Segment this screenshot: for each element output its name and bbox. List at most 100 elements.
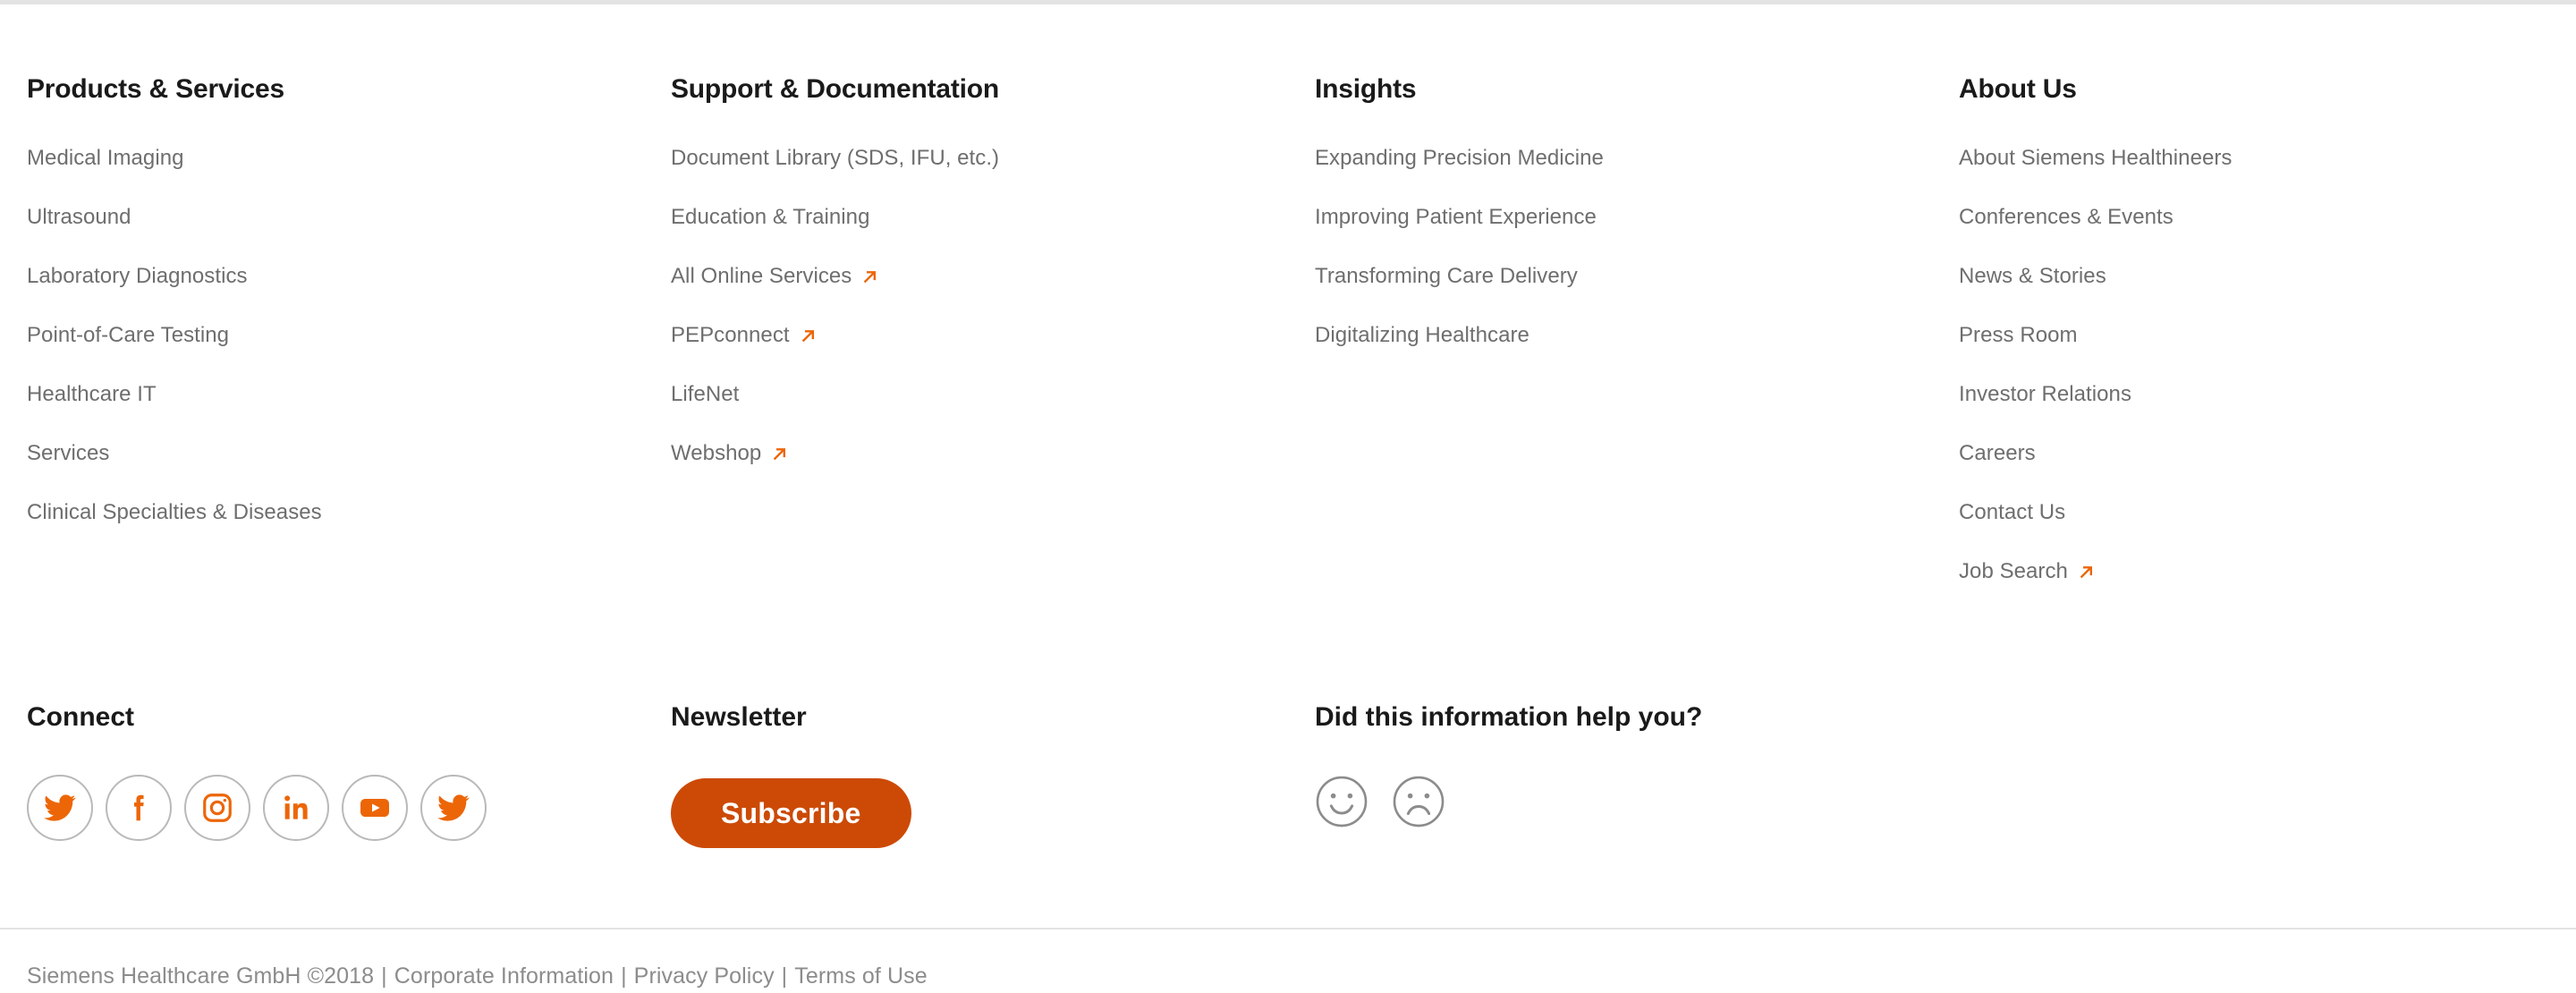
- column-title: Insights: [1315, 74, 1417, 104]
- list-item: Expanding Precision Medicine: [1315, 146, 1932, 208]
- newsletter-block: Newsletter Subscribe: [644, 702, 1288, 848]
- footer-link-label: Investor Relations: [1959, 382, 2131, 406]
- footer-bottom-spacer: [1932, 702, 2576, 848]
- social-link-youtube[interactable]: [342, 775, 408, 841]
- legal-link-privacy-policy[interactable]: Privacy Policy: [634, 963, 775, 989]
- social-link-facebook[interactable]: [106, 775, 172, 841]
- connect-block: Connect: [0, 702, 644, 848]
- linkedin-icon: [279, 791, 313, 825]
- list-item: Press Room: [1959, 323, 2576, 386]
- list-item: Conferences & Events: [1959, 207, 2576, 267]
- social-link-twitter[interactable]: [27, 775, 93, 841]
- footer-link-label: Expanding Precision Medicine: [1315, 146, 1604, 170]
- footer-link-label: Medical Imaging: [27, 146, 184, 170]
- footer-link-label: Healthcare IT: [27, 382, 157, 406]
- footer-link-label: Transforming Care Delivery: [1315, 264, 1578, 288]
- footer-link[interactable]: Careers: [1959, 443, 2036, 464]
- footer-link[interactable]: Improving Patient Experience: [1315, 205, 1597, 229]
- legal-separator: |: [781, 963, 788, 989]
- connect-title: Connect: [27, 702, 134, 732]
- footer-link[interactable]: All Online Services: [671, 264, 879, 288]
- footer-link-label: Job Search: [1959, 559, 2068, 583]
- legal-bar: Siemens Healthcare GmbH ©2018 | Corporat…: [27, 963, 928, 989]
- feedback-negative-button[interactable]: [1392, 775, 1445, 828]
- list-item: Medical Imaging: [27, 146, 644, 208]
- footer-link[interactable]: Clinical Specialties & Diseases: [27, 502, 322, 523]
- social-link-twitter-2[interactable]: [420, 775, 487, 841]
- footer-link[interactable]: Services: [27, 441, 110, 465]
- list-item: Digitalizing Healthcare: [1315, 325, 1932, 386]
- copyright-text: Siemens Healthcare GmbH ©2018: [27, 963, 375, 989]
- footer-bottom-blocks: Connect Newsletter Subscribe Did this in…: [0, 702, 2576, 848]
- facebook-icon: [122, 791, 156, 825]
- footer-link[interactable]: Ultrasound: [27, 205, 131, 229]
- social-link-linkedin[interactable]: [263, 775, 329, 841]
- column-link-list: Expanding Precision Medicine Improving P…: [1315, 146, 1932, 386]
- footer-link[interactable]: Press Room: [1959, 323, 2078, 347]
- footer-link[interactable]: Medical Imaging: [27, 146, 184, 170]
- list-item: Contact Us: [1959, 502, 2576, 563]
- footer-link[interactable]: Point-of-Care Testing: [27, 323, 230, 347]
- footer-link[interactable]: About Siemens Healthineers: [1959, 148, 2232, 169]
- footer-link-label: All Online Services: [671, 264, 852, 288]
- footer-link[interactable]: Job Search: [1959, 559, 2096, 583]
- footer-link-label: Services: [27, 441, 110, 465]
- twitter-icon: [43, 791, 77, 825]
- footer-link-label: Education & Training: [671, 205, 870, 229]
- list-item: PEPconnect: [671, 323, 1288, 386]
- list-item: Education & Training: [671, 205, 1288, 267]
- feedback-positive-button[interactable]: [1315, 775, 1368, 828]
- column-title: About Us: [1959, 74, 2077, 104]
- list-item: Services: [27, 441, 644, 504]
- footer-link-columns: Products & Services Medical Imaging Ultr…: [0, 74, 2576, 622]
- footer-link[interactable]: Education & Training: [671, 205, 870, 229]
- footer-link[interactable]: Webshop: [671, 441, 789, 465]
- list-item: Webshop: [671, 441, 1288, 504]
- footer-link-label: Ultrasound: [27, 205, 131, 229]
- legal-separator: |: [381, 963, 387, 989]
- list-item: Document Library (SDS, IFU, etc.): [671, 148, 1288, 208]
- footer-link-label: Press Room: [1959, 323, 2078, 347]
- column-title: Products & Services: [27, 74, 284, 104]
- footer-link[interactable]: Conferences & Events: [1959, 207, 2174, 228]
- footer-link-label: Point-of-Care Testing: [27, 323, 230, 347]
- list-item: LifeNet: [671, 384, 1288, 445]
- footer-link[interactable]: LifeNet: [671, 384, 739, 405]
- list-item: Careers: [1959, 443, 2576, 504]
- footer-link-label: Webshop: [671, 441, 762, 465]
- legal-divider: [0, 928, 2576, 929]
- footer-link[interactable]: Contact Us: [1959, 502, 2065, 523]
- list-item: Clinical Specialties & Diseases: [27, 502, 644, 563]
- feedback-block: Did this information help you?: [1288, 702, 1932, 848]
- twitter-icon: [436, 791, 470, 825]
- instagram-icon: [200, 791, 234, 825]
- footer-link-label: PEPconnect: [671, 323, 790, 347]
- feedback-title: Did this information help you?: [1315, 702, 1703, 732]
- list-item: About Siemens Healthineers: [1959, 148, 2576, 208]
- list-item: Healthcare IT: [27, 382, 644, 445]
- site-footer: Products & Services Medical Imaging Ultr…: [0, 0, 2576, 993]
- footer-link[interactable]: Document Library (SDS, IFU, etc.): [671, 148, 999, 169]
- list-item: Ultrasound: [27, 205, 644, 267]
- footer-link[interactable]: Investor Relations: [1959, 382, 2131, 406]
- footer-link[interactable]: Digitalizing Healthcare: [1315, 325, 1530, 346]
- legal-link-terms-of-use[interactable]: Terms of Use: [794, 963, 927, 989]
- list-item: All Online Services: [671, 264, 1288, 327]
- list-item: Point-of-Care Testing: [27, 323, 644, 386]
- footer-link[interactable]: News & Stories: [1959, 266, 2106, 287]
- smiley-happy-icon: [1315, 775, 1368, 828]
- social-icon-row: [27, 775, 644, 841]
- column-link-list: About Siemens Healthineers Conferences &…: [1959, 148, 2576, 622]
- footer-link[interactable]: Expanding Precision Medicine: [1315, 146, 1604, 170]
- footer-link[interactable]: Healthcare IT: [27, 382, 157, 406]
- newsletter-title: Newsletter: [671, 702, 807, 732]
- footer-link[interactable]: Laboratory Diagnostics: [27, 266, 248, 287]
- legal-link-corporate-information[interactable]: Corporate Information: [394, 963, 614, 989]
- social-link-instagram[interactable]: [184, 775, 250, 841]
- youtube-icon: [357, 790, 393, 826]
- footer-link-label: Improving Patient Experience: [1315, 205, 1597, 229]
- subscribe-button[interactable]: Subscribe: [671, 778, 911, 848]
- footer-link[interactable]: PEPconnect: [671, 323, 818, 347]
- list-item: Job Search: [1959, 559, 2576, 622]
- footer-link[interactable]: Transforming Care Delivery: [1315, 264, 1578, 288]
